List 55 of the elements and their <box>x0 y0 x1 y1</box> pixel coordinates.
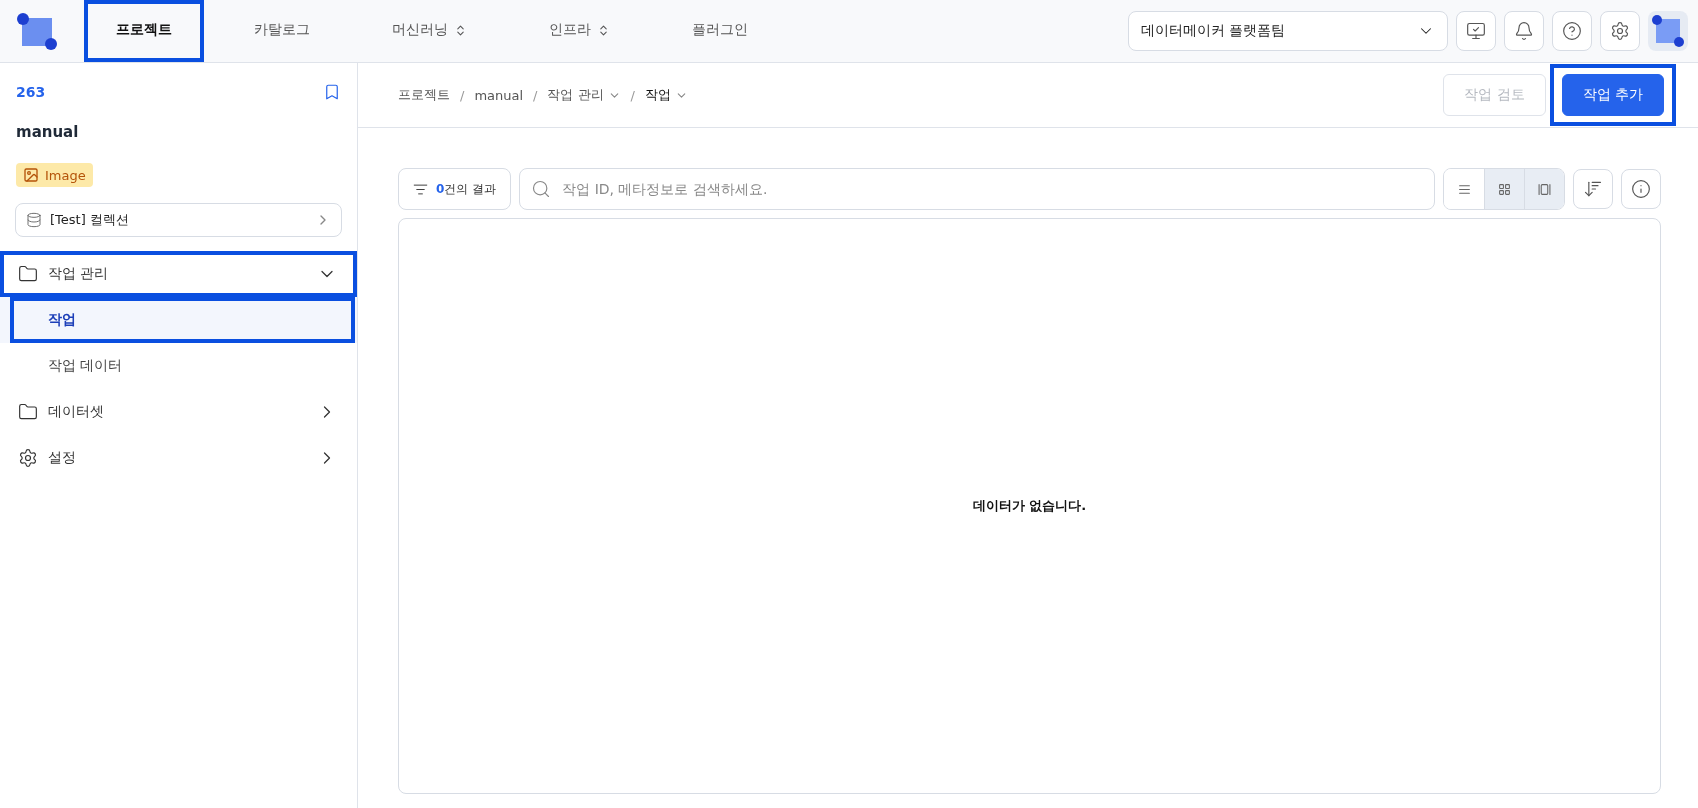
help-icon <box>1562 21 1582 41</box>
nav-tab[interactable]: 머신러닝 <box>360 0 499 62</box>
collection-button[interactable]: [Test] 컬렉션 <box>15 203 342 237</box>
info-icon <box>1631 179 1651 199</box>
nav-tab[interactable]: 프로젝트 <box>84 0 204 62</box>
breadcrumb-link[interactable]: 작업 관리 <box>547 86 621 104</box>
logo-icon <box>16 12 58 50</box>
filter-icon <box>413 181 428 197</box>
breadcrumb-separator: / <box>460 87 465 103</box>
project-name: manual <box>15 123 80 141</box>
grid-view-icon <box>1498 182 1511 196</box>
folder-icon <box>18 264 38 284</box>
view-toggle[interactable] <box>1524 169 1564 209</box>
nav-tab[interactable]: 인프라 <box>517 0 642 62</box>
project-id: 263 <box>16 84 46 100</box>
sort-icon <box>1583 179 1603 199</box>
sidebar-item[interactable]: 설정 <box>0 435 357 481</box>
breadcrumb-link[interactable]: 프로젝트 <box>398 86 450 104</box>
sidebar-item[interactable]: 데이터셋 <box>0 389 357 435</box>
database-icon <box>26 212 42 228</box>
breadcrumb-separator: / <box>533 87 538 103</box>
action-button[interactable]: 작업 추가 <box>1561 74 1664 116</box>
workspace-select[interactable]: 데이터메이커 플랫폼팀 <box>1128 11 1448 51</box>
settings-icon <box>18 448 38 468</box>
sidebar-subitem[interactable]: 작업 <box>10 297 355 343</box>
avatar[interactable] <box>1648 11 1688 51</box>
settings-button[interactable] <box>1600 11 1640 51</box>
nav-tab[interactable]: 카탈로그 <box>222 0 342 62</box>
list-view-icon <box>1457 182 1471 196</box>
type-badge: Image <box>16 163 93 187</box>
result-count: 0건의 결과 <box>436 180 497 198</box>
view-toggle[interactable] <box>1484 169 1524 209</box>
filter-button[interactable]: 0건의 결과 <box>398 168 512 210</box>
avatar-icon <box>1651 14 1685 48</box>
breadcrumb-separator: / <box>630 87 635 103</box>
folder-icon <box>18 402 38 422</box>
info-button[interactable] <box>1621 169 1661 209</box>
notification-button[interactable] <box>1504 11 1544 51</box>
monitor-button[interactable] <box>1456 11 1496 51</box>
card-view-icon <box>1538 182 1551 196</box>
sort-button[interactable] <box>1573 169 1613 209</box>
breadcrumb-link[interactable]: manual <box>474 87 524 103</box>
help-button[interactable] <box>1552 11 1592 51</box>
search-field[interactable]: 작업 ID, 메타정보로 검색하세요. <box>519 168 1435 210</box>
sidebar-subitem[interactable]: 작업 데이터 <box>10 343 355 389</box>
monitor-icon <box>1466 21 1486 41</box>
nav-tab[interactable]: 플러그인 <box>660 0 780 62</box>
settings-icon <box>1610 21 1630 41</box>
breadcrumb-link[interactable]: 작업 <box>645 86 688 104</box>
sidebar-item[interactable]: 작업 관리 <box>0 251 357 297</box>
empty-message: 데이터가 없습니다. <box>972 497 1087 515</box>
bookmark-icon[interactable] <box>323 83 341 101</box>
bell-icon <box>1514 21 1534 41</box>
image-icon <box>23 167 39 183</box>
search-icon <box>531 179 552 199</box>
